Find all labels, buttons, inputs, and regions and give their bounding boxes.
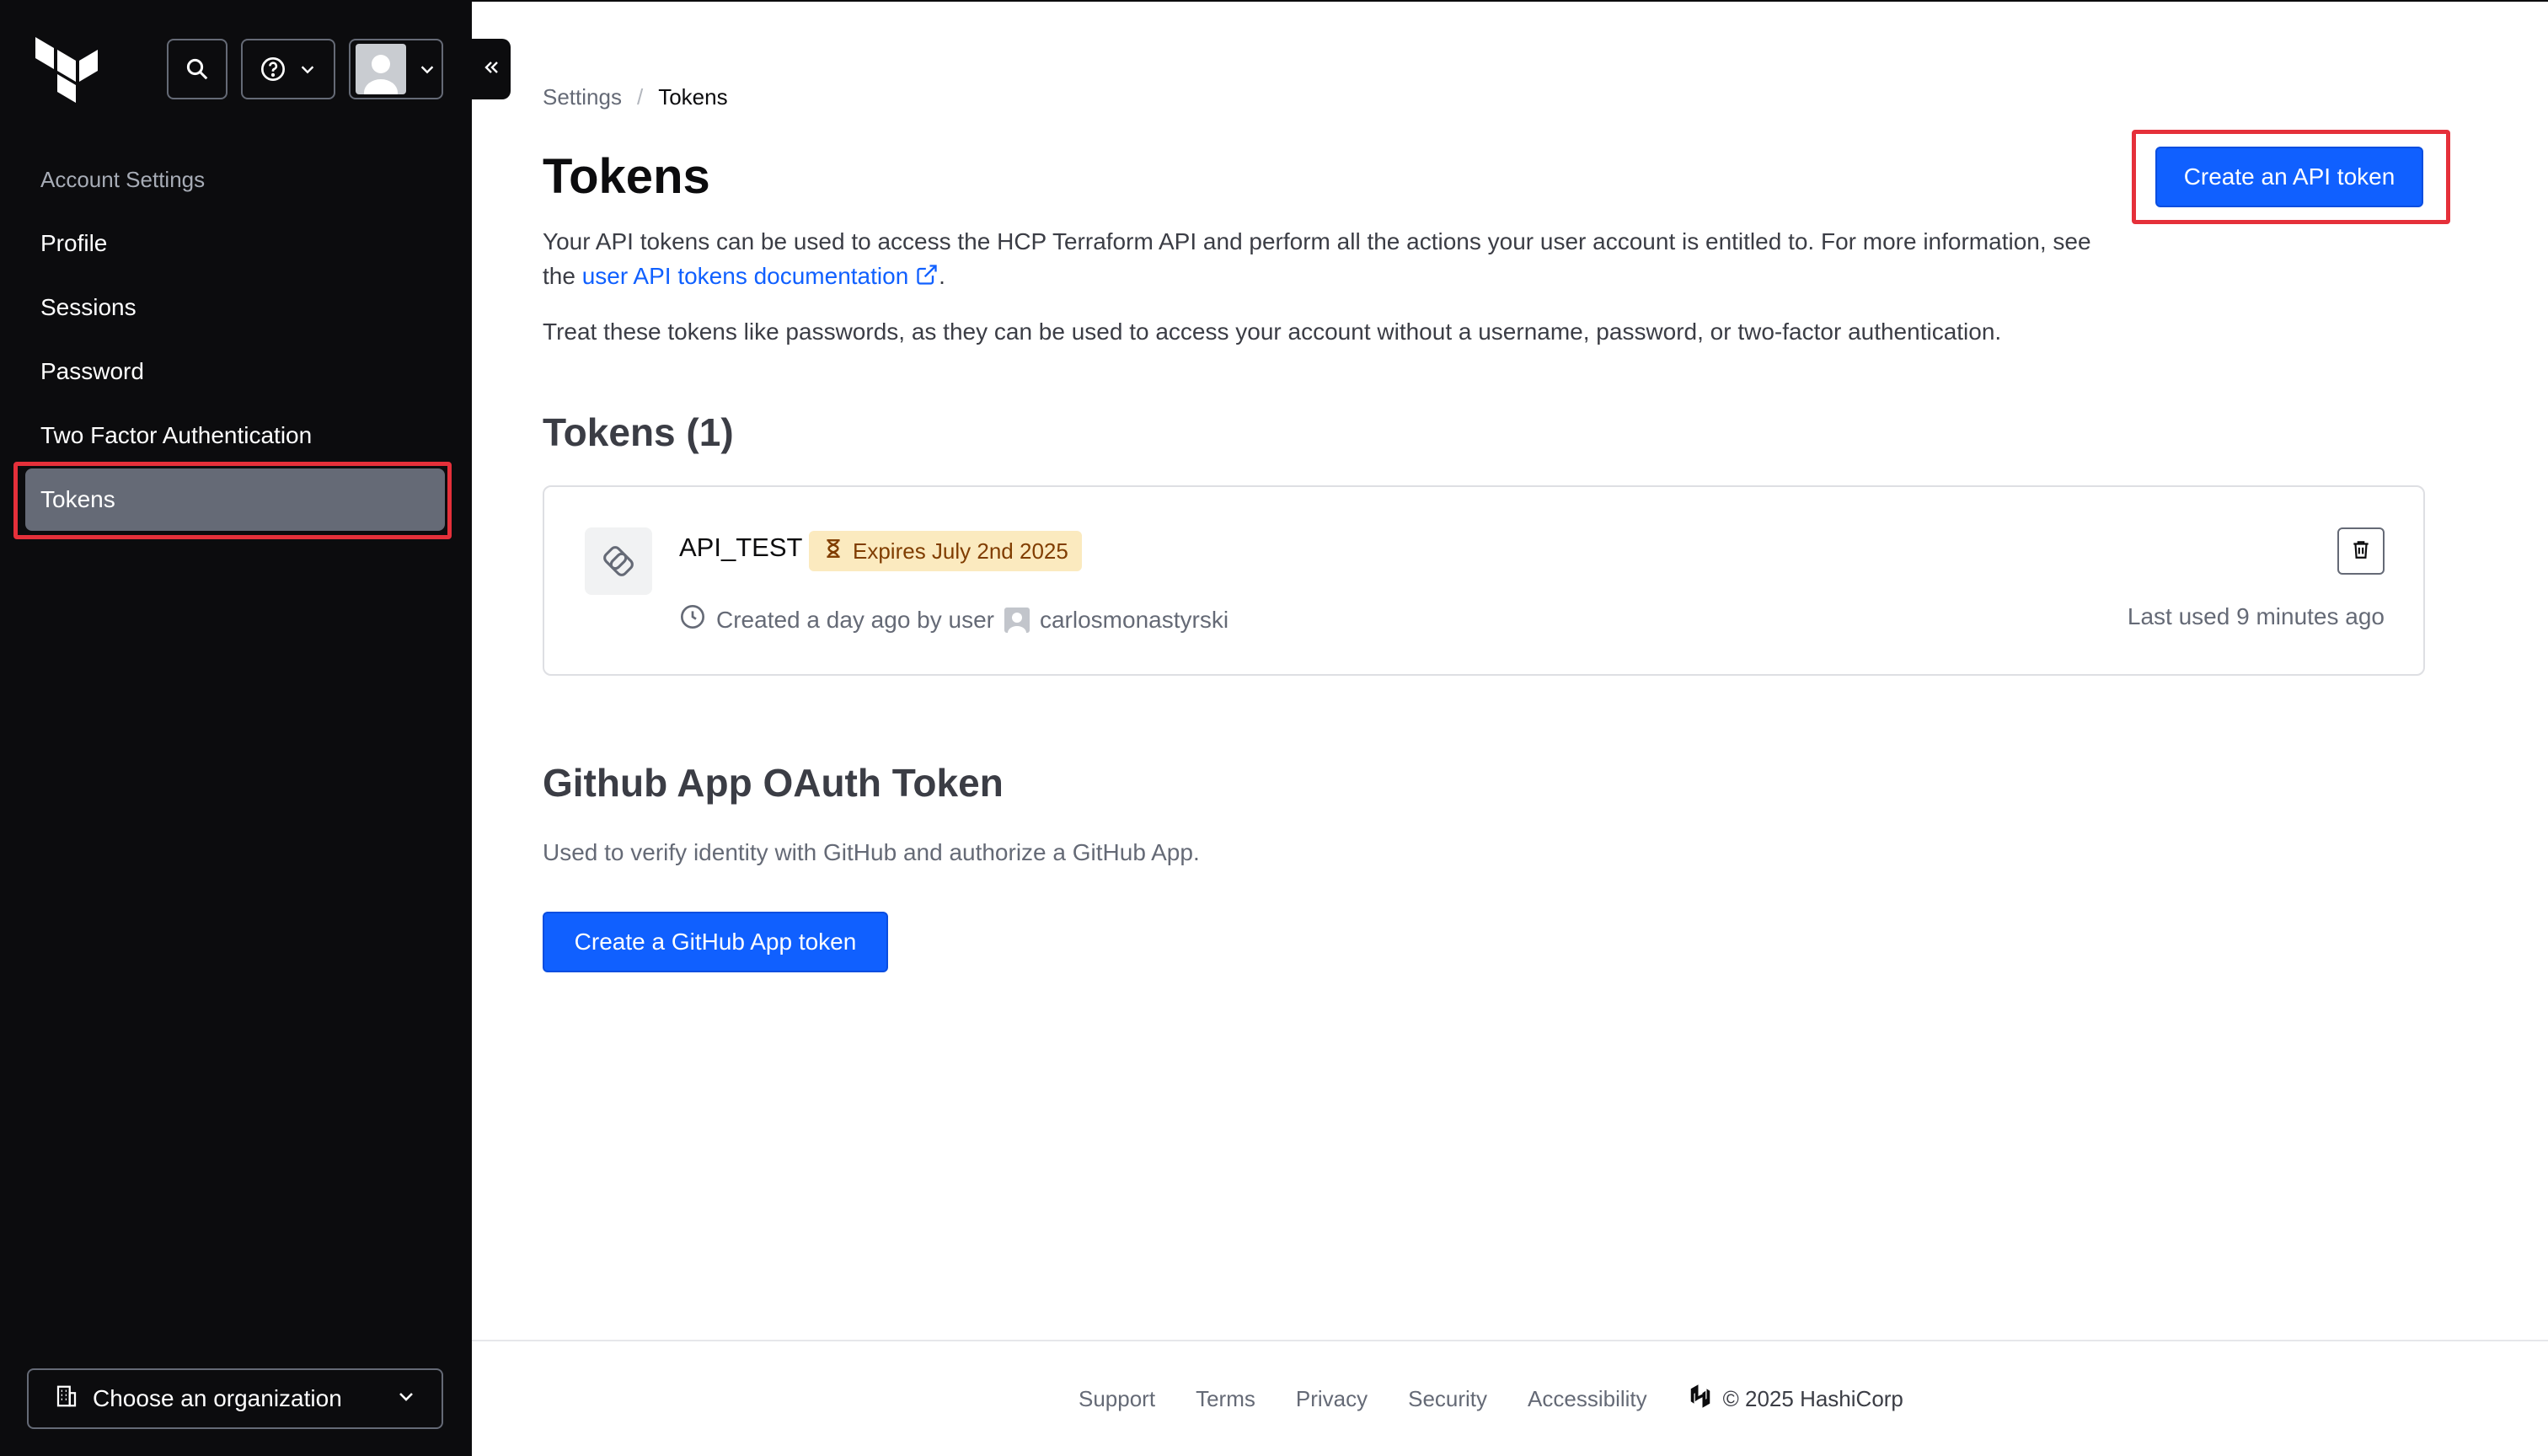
- token-icon: [585, 527, 652, 595]
- create-api-token-button[interactable]: Create an API token: [2155, 147, 2423, 207]
- footer: Support Terms Privacy Security Accessibi…: [1079, 1384, 1903, 1415]
- help-icon: [260, 56, 286, 83]
- organization-select[interactable]: Choose an organization: [27, 1368, 443, 1429]
- collapse-sidebar-button[interactable]: [472, 39, 511, 99]
- sidebar-item-profile[interactable]: Profile: [25, 212, 445, 275]
- sidebar-item-label: Tokens: [40, 486, 115, 512]
- building-icon: [54, 1384, 79, 1415]
- chevron-down-icon: [396, 1385, 416, 1412]
- hashicorp-logo-icon: [1688, 1384, 1713, 1415]
- delete-token-button[interactable]: [2337, 527, 2385, 575]
- user-menu-button[interactable]: [349, 39, 443, 99]
- expiry-badge: Expires July 2nd 2025: [809, 531, 1082, 571]
- copyright-text: © 2025 HashiCorp: [1722, 1386, 1903, 1411]
- breadcrumb: Settings / Tokens: [543, 84, 728, 110]
- page-title: Tokens: [543, 149, 710, 204]
- help-menu-button[interactable]: [241, 39, 335, 99]
- avatar: [356, 44, 406, 94]
- sidebar-heading: Account Settings: [40, 167, 206, 192]
- token-meta: Created a day ago by user carlosmonastyr…: [679, 603, 1228, 636]
- footer-security-link[interactable]: Security: [1408, 1386, 1487, 1412]
- trash-icon: [2350, 538, 2372, 565]
- tokens-section-title: Tokens (1): [543, 410, 734, 454]
- token-owner: carlosmonastyrski: [1039, 606, 1229, 633]
- token-last-used: Last used 9 minutes ago: [2127, 603, 2385, 629]
- sidebar-item-label: Two Factor Authentication: [40, 422, 313, 448]
- create-github-app-token-button[interactable]: Create a GitHub App token: [543, 912, 888, 972]
- documentation-link-text: user API tokens documentation: [581, 263, 909, 289]
- sidebar-item-label: Profile: [40, 230, 108, 256]
- token-card: API_TEST Expires July 2nd 2025 Created a…: [543, 485, 2425, 676]
- clock-icon: [679, 603, 706, 636]
- sidebar-item-tokens[interactable]: Tokens: [25, 468, 445, 531]
- sidebar: Account Settings Profile Sessions Passwo…: [0, 0, 472, 1456]
- search-icon: [185, 56, 210, 82]
- hourglass-icon: [822, 538, 844, 565]
- footer-copyright: © 2025 HashiCorp: [1688, 1384, 1903, 1415]
- github-description: Used to verify identity with GitHub and …: [543, 839, 1200, 865]
- description-end: .: [939, 263, 945, 289]
- user-api-tokens-documentation-link[interactable]: user API tokens documentation: [582, 263, 939, 289]
- breadcrumb-settings-link[interactable]: Settings: [543, 84, 622, 110]
- footer-privacy-link[interactable]: Privacy: [1296, 1386, 1368, 1412]
- breadcrumb-current: Tokens: [658, 84, 728, 110]
- sidebar-item-label: Sessions: [40, 294, 136, 320]
- footer-support-link[interactable]: Support: [1079, 1386, 1155, 1412]
- sidebar-item-label: Password: [40, 358, 144, 384]
- footer-accessibility-link[interactable]: Accessibility: [1528, 1386, 1647, 1412]
- sidebar-item-sessions[interactable]: Sessions: [25, 276, 445, 339]
- organization-select-label: Choose an organization: [93, 1385, 342, 1411]
- token-created-text: Created a day ago by user: [716, 606, 994, 633]
- external-link-icon: [915, 263, 939, 289]
- api-tokens-description: Your API tokens can be used to access th…: [543, 224, 2127, 293]
- top-border: [472, 0, 2548, 2]
- sidebar-item-password[interactable]: Password: [25, 340, 445, 403]
- expiry-badge-label: Expires July 2nd 2025: [853, 538, 1068, 564]
- footer-divider: [472, 1340, 2548, 1341]
- breadcrumb-separator: /: [636, 84, 644, 110]
- search-button[interactable]: [167, 39, 228, 99]
- terraform-logo-icon[interactable]: [35, 37, 99, 103]
- github-section-title: Github App OAuth Token: [543, 761, 1004, 805]
- token-name: API_TEST: [679, 533, 803, 562]
- chevrons-left-icon: [481, 57, 501, 82]
- chevron-down-icon: [298, 60, 317, 78]
- user-avatar: [1004, 607, 1030, 633]
- tokens-warning-text: Treat these tokens like passwords, as th…: [543, 318, 2002, 345]
- chevron-down-icon: [418, 60, 436, 78]
- sidebar-item-two-factor-authentication[interactable]: Two Factor Authentication: [25, 404, 445, 467]
- footer-terms-link[interactable]: Terms: [1196, 1386, 1255, 1412]
